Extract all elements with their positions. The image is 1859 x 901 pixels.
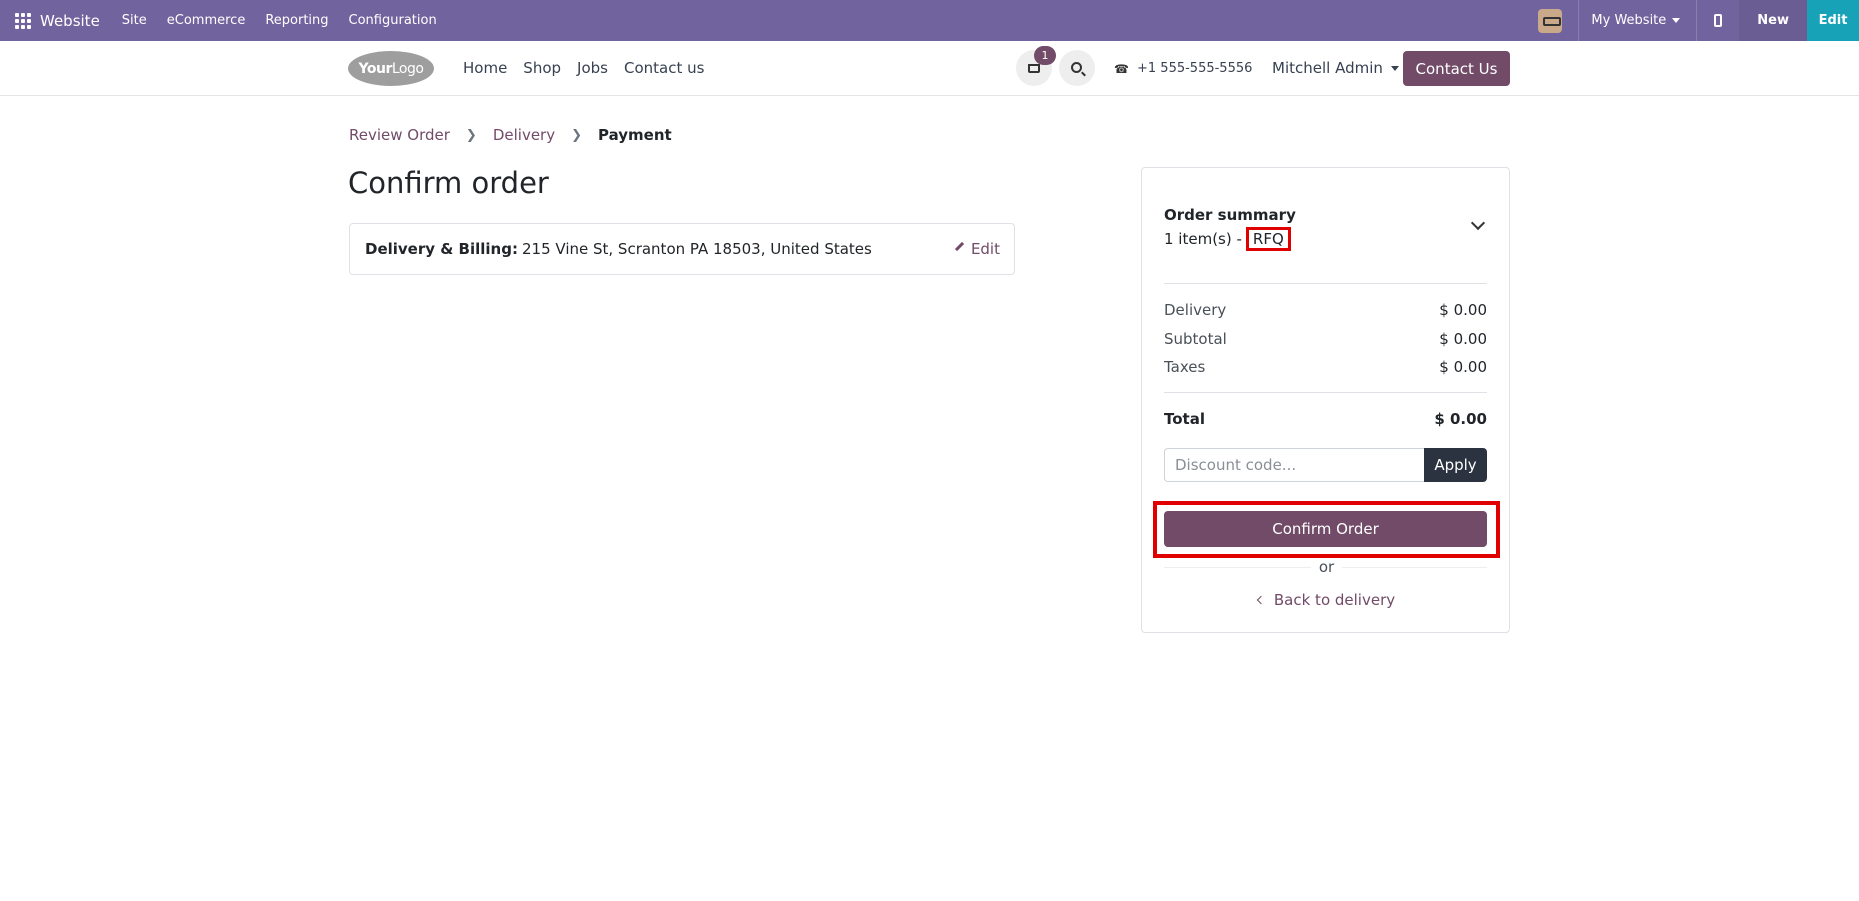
or-label: or	[1310, 558, 1343, 576]
user-menu[interactable]: Mitchell Admin	[1272, 59, 1399, 77]
apply-discount-button[interactable]: Apply	[1424, 448, 1487, 482]
confirm-order-button[interactable]: Confirm Order	[1164, 511, 1487, 547]
cart-button[interactable]: 1	[1016, 46, 1056, 86]
chevron-left-icon	[1256, 595, 1266, 605]
breadcrumb-payment: Payment	[598, 126, 672, 144]
user-name: Mitchell Admin	[1272, 59, 1383, 77]
breadcrumb-delivery[interactable]: Delivery	[493, 126, 555, 144]
website-switcher[interactable]: My Website	[1579, 13, 1696, 28]
row-value: $ 0.00	[1439, 358, 1487, 376]
summary-row-subtotal: Subtotal $ 0.00	[1164, 330, 1487, 348]
chevron-down-icon[interactable]	[1470, 215, 1486, 231]
admin-menu: Site eCommerce Reporting Configuration	[122, 13, 437, 28]
user-avatar[interactable]	[1538, 8, 1563, 33]
search-icon	[1070, 61, 1082, 73]
admin-menu-ecommerce[interactable]: eCommerce	[167, 13, 246, 28]
row-label: Subtotal	[1164, 330, 1227, 348]
logo-text-bold: Your	[358, 60, 393, 77]
address-value: 215 Vine St, Scranton PA 18503, United S…	[521, 240, 872, 258]
caret-down-icon	[1672, 18, 1681, 23]
cart-icon	[1028, 63, 1040, 73]
address-label: Delivery & Billing:	[365, 240, 518, 258]
row-value: $ 0.00	[1439, 301, 1487, 319]
page-title: Confirm order	[348, 166, 549, 200]
item-count-text: 1 item(s) -	[1164, 230, 1242, 248]
order-summary-card: Order summary 1 item(s) - RFQ Delivery $…	[1141, 167, 1510, 633]
admin-right-controls: My Website New Edit	[1538, 0, 1859, 41]
total-value: $ 0.00	[1434, 410, 1487, 428]
summary-row-taxes: Taxes $ 0.00	[1164, 358, 1487, 376]
back-to-delivery-label: Back to delivery	[1273, 591, 1396, 609]
chevron-right-icon: ❯	[571, 127, 582, 143]
breadcrumb-review-order[interactable]: Review Order	[349, 126, 450, 144]
rfq-tag: RFQ	[1245, 227, 1291, 251]
site-logo[interactable]: Your Logo	[348, 51, 434, 86]
logo-text: Logo	[391, 60, 424, 77]
edit-address-label: Edit	[970, 240, 1000, 258]
site-nav: Home Shop Jobs Contact us	[463, 59, 704, 77]
caret-down-icon	[1390, 65, 1399, 71]
discount-form: Apply	[1164, 448, 1487, 482]
admin-menu-reporting[interactable]: Reporting	[265, 13, 328, 28]
order-summary-title: Order summary	[1164, 206, 1296, 224]
contact-us-button[interactable]: Contact Us	[1403, 51, 1510, 86]
summary-row-delivery: Delivery $ 0.00	[1164, 301, 1487, 319]
checkout-breadcrumb: Review Order ❯ Delivery ❯ Payment	[349, 126, 672, 144]
order-summary-header[interactable]: Order summary 1 item(s) - RFQ	[1164, 206, 1296, 251]
apps-grid-icon[interactable]	[15, 12, 31, 29]
nav-jobs[interactable]: Jobs	[577, 59, 608, 77]
phone-number[interactable]: +1 555-555-5556	[1137, 61, 1252, 76]
pencil-icon	[954, 241, 970, 257]
divider	[1164, 283, 1487, 284]
edit-button[interactable]: Edit	[1807, 0, 1859, 41]
row-value: $ 0.00	[1439, 330, 1487, 348]
nav-home[interactable]: Home	[463, 59, 507, 77]
cart-count-badge: 1	[1034, 46, 1056, 65]
nav-contact-us[interactable]: Contact us	[624, 59, 704, 77]
nav-shop[interactable]: Shop	[523, 59, 561, 77]
admin-brand[interactable]: Website	[40, 12, 100, 30]
divider	[1164, 392, 1487, 393]
order-item-count: 1 item(s) - RFQ	[1164, 227, 1296, 251]
chevron-right-icon: ❯	[465, 127, 477, 143]
discount-code-input[interactable]	[1164, 448, 1424, 482]
edit-address-link[interactable]: Edit	[954, 240, 1000, 258]
row-label: Taxes	[1164, 358, 1206, 376]
row-label: Delivery	[1164, 301, 1227, 319]
admin-menu-site[interactable]: Site	[122, 13, 147, 28]
admin-navbar: Website Site eCommerce Reporting Configu…	[0, 0, 1859, 41]
site-header: Your Logo Home Shop Jobs Contact us 1 ☎ +…	[0, 41, 1859, 96]
or-separator: or	[1142, 558, 1511, 576]
summary-row-total: Total $ 0.00	[1164, 410, 1487, 428]
total-label: Total	[1164, 410, 1205, 428]
new-button[interactable]: New	[1739, 0, 1807, 41]
mobile-preview-icon[interactable]	[1697, 14, 1739, 27]
phone-icon: ☎	[1114, 62, 1129, 76]
website-switcher-label: My Website	[1591, 13, 1667, 28]
admin-menu-configuration[interactable]: Configuration	[349, 13, 437, 28]
search-button[interactable]	[1059, 50, 1095, 86]
back-to-delivery-link[interactable]: Back to delivery	[1142, 591, 1511, 609]
address-card: Delivery & Billing: 215 Vine St, Scranto…	[349, 223, 1015, 275]
